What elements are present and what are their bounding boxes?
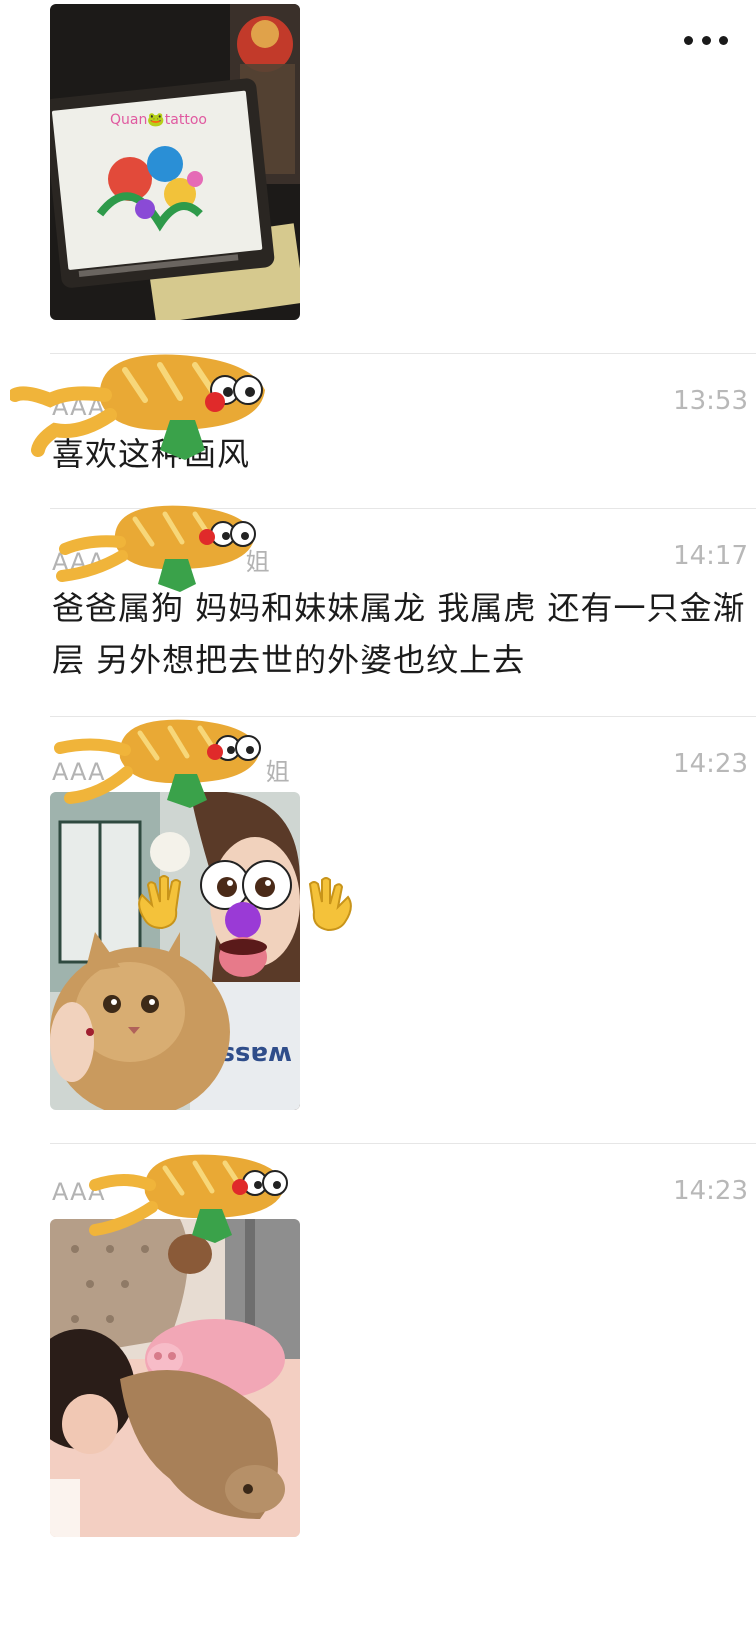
- more-dots-icon[interactable]: [684, 28, 728, 52]
- comment-time: 14:17: [673, 541, 748, 571]
- comment-text: 爸爸属狗 妈妈和妹妹属龙 我属虎 还有一只金渐层 另外想把去世的外婆也纹上去: [52, 589, 746, 679]
- baguette-legs-sticker-icon: [54, 719, 261, 808]
- baguette-legs-sticker-icon: [89, 1154, 288, 1243]
- tattoo-design-photo[interactable]: Quan🐸tattoo: [50, 4, 300, 320]
- baguette-legs-sticker-icon: [10, 354, 265, 460]
- cat-bed-photo[interactable]: [50, 1219, 300, 1537]
- waving-hand-icon: [308, 877, 352, 932]
- comment-time: 14:23: [673, 749, 748, 779]
- divider: [50, 1143, 756, 1144]
- comment-time: 14:23: [673, 1176, 748, 1206]
- watermark-text: Quan🐸tattoo: [110, 112, 207, 128]
- googly-eyes-face-icon: [200, 860, 292, 977]
- comment-feed: Quan🐸tattoo AAA 13:53 喜欢这种画风 AAA 姐 14:17 …: [0, 0, 756, 1636]
- comment-time: 13:53: [673, 386, 748, 416]
- baguette-legs-sticker-icon: [56, 505, 256, 592]
- waving-hand-icon: [138, 875, 182, 930]
